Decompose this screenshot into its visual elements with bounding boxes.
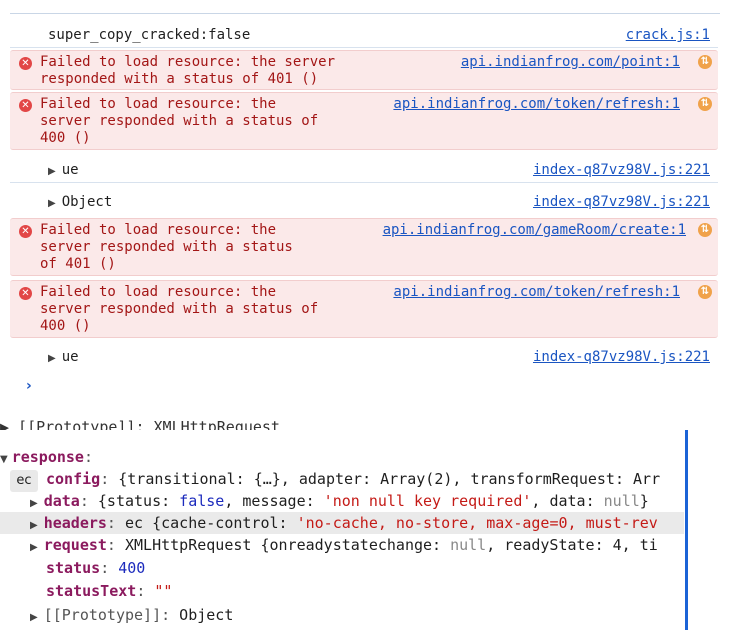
object-inspector: ▶ [[Prototype]]: XMLHttpRequest ▼ respons… [0,418,730,630]
console-row: super_copy_cracked:false crack.js:1 [10,18,718,48]
console-error-row: ✕ Failed to load resource: the server re… [10,50,718,90]
source-link[interactable]: index-q87vz98V.js:221 [533,194,710,210]
request-property[interactable]: ▶ request: XMLHttpRequest {onreadystatech… [0,534,684,556]
config-property[interactable]: config: {transitional: {…}, adapter: Arr… [0,468,684,490]
source-link[interactable]: api.indianfrog.com/gameRoom/create:1 [383,222,686,239]
expand-triangle-icon[interactable]: ▶ [30,515,38,534]
cut-off-line: ▶ [[Prototype]]: XMLHttpRequest [0,418,280,430]
source-link[interactable]: api.indianfrog.com/token/refresh:1 [393,284,680,301]
console-message: super_copy_cracked:false [48,27,251,43]
network-request-icon[interactable]: ⇅ [698,223,712,237]
status-text-property: statusText: "" [46,582,173,600]
console-prompt-icon[interactable]: › [26,378,32,394]
data-property[interactable]: ▶ data: {status: false, message: 'non nul… [0,490,684,512]
tooltip-badge: ec [10,470,38,492]
error-icon: ✕ [19,225,32,238]
expand-triangle-icon[interactable]: ▶ [30,607,38,626]
expand-triangle-icon[interactable]: ▶ [48,351,56,367]
network-request-icon[interactable]: ⇅ [698,97,712,111]
console-error-row: ✕ Failed to load resource: the server re… [10,92,718,150]
expand-triangle-icon[interactable]: ▶ [48,164,56,180]
collapse-triangle-icon[interactable]: ▼ [0,449,8,468]
console-message: ▶ Object [48,194,113,212]
source-link[interactable]: api.indianfrog.com/token/refresh:1 [393,96,680,113]
console-row[interactable]: ▶ ue index-q87vz98V.js:221 [10,340,718,370]
console-panel: super_copy_cracked:false crack.js:1 ✕ Fa… [0,0,730,420]
console-message: ▶ ue [48,162,79,180]
source-link[interactable]: index-q87vz98V.js:221 [533,162,710,178]
expand-triangle-icon[interactable]: ▶ [30,493,38,512]
error-icon: ✕ [19,57,32,70]
network-request-icon[interactable]: ⇅ [698,285,712,299]
headers-property[interactable]: ▶ headers: ec {cache-control: 'no-cache, … [0,512,684,534]
network-request-icon[interactable]: ⇅ [698,55,712,69]
source-link[interactable]: api.indianfrog.com/point:1 [461,54,680,71]
selection-marker [685,430,688,630]
source-link[interactable]: index-q87vz98V.js:221 [533,349,710,365]
console-error-row: ✕ Failed to load resource: the server re… [10,280,718,338]
source-link[interactable]: crack.js:1 [626,27,710,43]
console-message: ▶ ue [48,349,79,367]
status-property: status: 400 [46,559,146,577]
expand-triangle-icon[interactable]: ▶ [48,196,56,212]
prototype-property[interactable]: ▶ [[Prototype]]: Object [0,604,684,626]
error-icon: ✕ [19,99,32,112]
console-error-row: ✕ Failed to load resource: the server re… [10,218,718,276]
console-row[interactable]: ▶ ue index-q87vz98V.js:221 [10,153,718,183]
expand-triangle-icon[interactable]: ▶ [30,537,38,556]
error-message: Failed to load resource: the server resp… [40,284,319,334]
console-top-border [10,13,720,14]
error-message: Failed to load resource: the server resp… [40,222,293,272]
error-message: Failed to load resource: the server resp… [40,96,319,146]
error-icon: ✕ [19,287,32,300]
error-message: Failed to load resource: the server resp… [40,54,336,87]
console-row[interactable]: ▶ Object index-q87vz98V.js:221 [10,185,718,215]
response-property[interactable]: ▼ response: [0,446,684,468]
